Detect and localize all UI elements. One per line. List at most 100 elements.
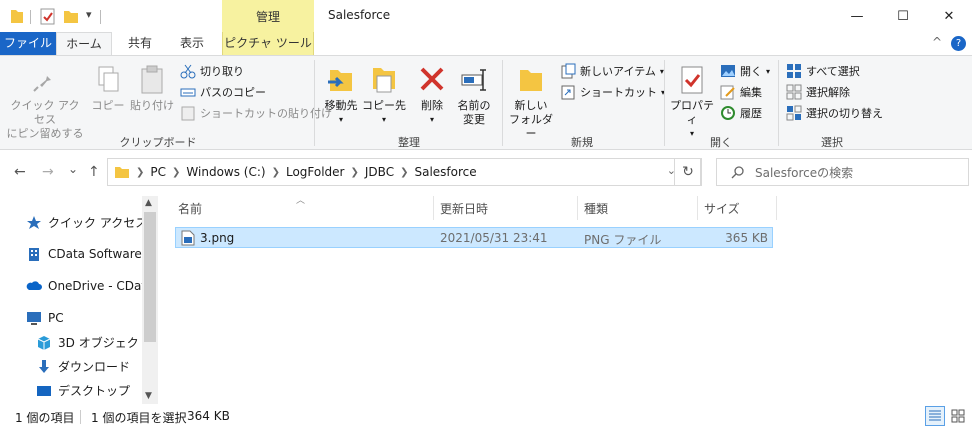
column-header-modified[interactable]: 更新日時 xyxy=(440,201,488,221)
tab-view[interactable]: 表示 xyxy=(170,32,214,55)
copy-to-button[interactable]: コピー先 ▾ xyxy=(362,64,406,127)
shortcut-button[interactable]: ショートカット ▾ xyxy=(560,83,665,101)
select-all-button[interactable]: すべて選択 xyxy=(786,62,860,80)
nav-item-downloads[interactable]: ダウンロード xyxy=(36,358,130,375)
search-box[interactable]: Salesforceの検索 xyxy=(716,158,969,186)
group-label-select: 選択 xyxy=(821,136,843,149)
tab-share[interactable]: 共有 xyxy=(118,32,162,55)
search-placeholder: Salesforceの検索 xyxy=(755,165,854,180)
copy-button[interactable]: コピー xyxy=(90,64,126,113)
open-button[interactable]: 開く ▾ xyxy=(720,62,770,80)
divider xyxy=(30,10,31,24)
delete-button[interactable]: 削除 ▾ xyxy=(414,64,450,127)
scroll-down-icon[interactable]: ▼ xyxy=(145,391,152,401)
column-header-size[interactable]: サイズ xyxy=(704,201,740,221)
group-label-new: 新規 xyxy=(571,136,593,149)
monitor-icon xyxy=(27,312,41,325)
nav-pane-scroll-thumb[interactable] xyxy=(144,212,156,342)
collapse-ribbon-icon[interactable]: ^ xyxy=(932,35,942,49)
group-label-clipboard: クリップボード xyxy=(119,136,197,149)
history-button[interactable]: 履歴 xyxy=(720,104,762,122)
paste-button[interactable]: 貼り付け xyxy=(130,64,174,113)
nav-item-quick-access[interactable]: クイック アクセス xyxy=(26,214,147,231)
large-icons-view-icon xyxy=(951,409,965,423)
tab-file[interactable]: ファイル xyxy=(0,32,56,55)
breadcrumb-drive[interactable]: Windows (C:) xyxy=(186,165,265,179)
column-header-type[interactable]: 種類 xyxy=(584,201,608,221)
paste-shortcut-button[interactable]: ショートカットの貼り付け xyxy=(180,104,332,122)
breadcrumb-pc[interactable]: PC xyxy=(150,165,166,179)
breadcrumb-logfolder[interactable]: LogFolder xyxy=(286,165,345,179)
navigation-pane: クイック アクセス CData Software OneDrive - CDat… xyxy=(0,196,158,404)
breadcrumb-salesforce[interactable]: Salesforce xyxy=(414,165,476,179)
back-button[interactable]: ← xyxy=(14,164,26,180)
invert-selection-button[interactable]: 選択の切り替え xyxy=(786,104,883,122)
new-folder-icon xyxy=(520,70,542,91)
column-divider[interactable] xyxy=(776,196,777,220)
forward-button[interactable]: → xyxy=(42,164,54,180)
move-to-button[interactable]: 移動先 ▾ xyxy=(320,64,362,127)
close-button[interactable]: ✕ xyxy=(926,0,972,32)
copy-path-button[interactable]: パスのコピー xyxy=(180,83,266,101)
nav-item-onedrive[interactable]: OneDrive - CData xyxy=(26,278,153,294)
nav-item-pc[interactable]: PC xyxy=(26,310,64,326)
copy-icon xyxy=(98,66,119,92)
pin-icon xyxy=(33,70,51,92)
nav-item-desktop[interactable]: デスクトップ xyxy=(36,382,130,399)
column-divider[interactable] xyxy=(577,196,578,220)
file-row[interactable]: 3.png 2021/05/31 23:41 PNG ファイル 365 KB xyxy=(175,227,773,248)
recent-locations-button[interactable]: ⌄ xyxy=(68,162,78,176)
properties-check-icon xyxy=(681,66,703,94)
help-icon[interactable]: ? xyxy=(951,36,966,51)
nav-item-cdata-software[interactable]: CData Software xyxy=(26,246,142,262)
rename-icon xyxy=(461,69,486,91)
edit-button[interactable]: 編集 xyxy=(720,83,762,101)
column-divider[interactable] xyxy=(433,196,434,220)
column-divider[interactable] xyxy=(697,196,698,220)
cloud-icon xyxy=(26,281,42,290)
cut-button[interactable]: 切り取り xyxy=(180,62,244,80)
nav-item-3d-objects[interactable]: 3D オブジェクト xyxy=(36,334,151,351)
rename-button[interactable]: 名前の 変更 xyxy=(454,64,494,127)
properties-button[interactable]: プロパティ ▾ xyxy=(668,64,716,141)
file-name: 3.png xyxy=(200,231,235,245)
column-header-name[interactable]: 名前 xyxy=(178,201,202,221)
new-folder-button[interactable]: 新しい フォルダー xyxy=(506,64,556,141)
scissors-icon xyxy=(180,64,196,79)
move-to-icon xyxy=(328,70,352,91)
maximize-button[interactable]: ☐ xyxy=(880,0,926,32)
new-folder-icon[interactable] xyxy=(63,7,79,25)
large-icons-view-button[interactable] xyxy=(948,406,968,426)
contextual-tab-manage[interactable]: 管理 xyxy=(222,0,314,32)
select-none-button[interactable]: 選択解除 xyxy=(786,83,850,101)
folder-icon[interactable] xyxy=(10,7,24,25)
refresh-button[interactable]: ↻ xyxy=(674,158,702,186)
details-view-icon xyxy=(929,410,941,421)
shortcut-icon xyxy=(561,85,575,100)
tab-home[interactable]: ホーム xyxy=(56,32,112,55)
ribbon: クイック アクセス にピン留めする コピー 貼り付け 切り取り パスのコピー シ… xyxy=(0,55,972,150)
new-item-icon xyxy=(561,63,576,79)
status-selection: 1 個の項目を選択 xyxy=(91,411,187,425)
details-view-button[interactable] xyxy=(925,406,945,426)
breadcrumb-separator: ❯ xyxy=(350,166,359,178)
scroll-up-icon[interactable]: ▲ xyxy=(145,198,152,208)
properties-check-icon[interactable] xyxy=(40,7,56,25)
group-label-open: 開く xyxy=(710,136,732,149)
folder-icon xyxy=(115,167,129,178)
paste-shortcut-icon xyxy=(181,106,195,121)
star-icon xyxy=(27,215,41,229)
breadcrumb-jdbc[interactable]: JDBC xyxy=(365,165,394,179)
up-button[interactable]: ↑ xyxy=(88,164,100,180)
new-item-button[interactable]: 新しいアイテム ▾ xyxy=(560,62,664,80)
pin-to-quick-access-button[interactable]: クイック アクセス にピン留めする xyxy=(6,64,84,141)
edit-icon xyxy=(720,85,735,100)
tab-picture-tools[interactable]: ピクチャ ツール xyxy=(222,32,314,55)
status-selection-size: 364 KB xyxy=(187,409,230,423)
breadcrumb-separator: ❯ xyxy=(136,166,145,178)
customize-dropdown-icon[interactable]: ▾ xyxy=(86,8,92,21)
address-bar[interactable]: ❯ PC ❯ Windows (C:) ❯ LogFolder ❯ JDBC ❯… xyxy=(107,158,701,186)
minimize-button[interactable]: — xyxy=(834,0,880,32)
group-label-organize: 整理 xyxy=(398,136,420,149)
group-divider xyxy=(314,60,315,146)
